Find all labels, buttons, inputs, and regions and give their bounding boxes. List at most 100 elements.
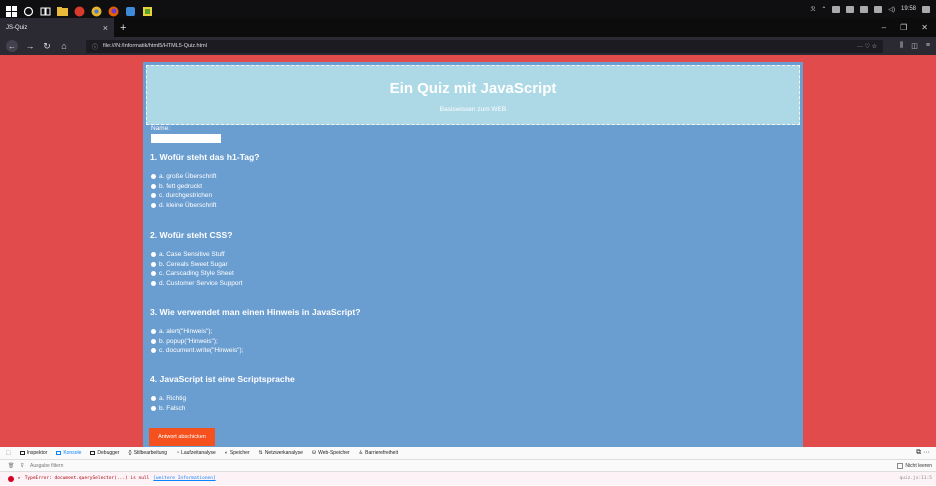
tab-inspector[interactable]: Inspektor xyxy=(19,450,47,456)
question-4: 4. JavaScript ist eine Scriptsprache a. … xyxy=(150,374,295,413)
maximize-window-icon[interactable]: ❐ xyxy=(900,23,907,32)
filter-icon[interactable]: ⊽ xyxy=(20,463,24,469)
app-icon-blue[interactable] xyxy=(125,4,136,16)
page-actions[interactable]: ··· ♡ ☆ xyxy=(857,43,877,50)
notification-icon[interactable] xyxy=(922,5,930,13)
radio-button[interactable] xyxy=(151,261,156,267)
sidebar-icon[interactable]: ◫ xyxy=(911,42,918,50)
app-icon-red[interactable] xyxy=(74,4,85,16)
tab-debugger[interactable]: Debugger xyxy=(90,450,119,456)
task-view-icon[interactable] xyxy=(40,4,51,15)
people-icon[interactable]: ℛ xyxy=(811,6,816,13)
answer-option[interactable]: a. Case Sensitive Stuff xyxy=(150,250,242,260)
tab-label: Laufzeitanalyse xyxy=(181,450,216,456)
app-icon-green[interactable] xyxy=(142,4,153,16)
inspector-icon xyxy=(19,451,25,455)
battery-icon[interactable] xyxy=(874,5,883,13)
radio-button[interactable] xyxy=(151,252,156,258)
radio-button[interactable] xyxy=(151,202,156,208)
close-tab-icon[interactable]: × xyxy=(103,23,108,33)
devtools-options-icon[interactable]: ⧉ ··· xyxy=(916,449,936,457)
windows-start-icon[interactable] xyxy=(6,4,17,17)
radio-button[interactable] xyxy=(151,174,156,180)
console-error-row[interactable]: ▸ TypeError: document.querySelector(...)… xyxy=(0,472,936,485)
tray-app-icon[interactable] xyxy=(846,5,855,13)
tab-style-editor[interactable]: {} Stilbearbeitung xyxy=(128,450,167,456)
answer-option[interactable]: b. popup("Hinweis"); xyxy=(150,337,361,347)
radio-button[interactable] xyxy=(151,348,156,354)
name-input[interactable] xyxy=(151,134,221,143)
tab-label: Speicher xyxy=(229,450,250,456)
network-icon[interactable] xyxy=(860,5,869,13)
trash-icon[interactable]: 🗑 xyxy=(8,463,14,469)
tab-memory[interactable]: ◐ Speicher xyxy=(225,450,250,456)
url-text[interactable]: file:///N:/Informatik/html5/HTML5-Quiz.h… xyxy=(103,43,207,49)
back-arrow-icon[interactable]: ← xyxy=(6,40,18,52)
answer-option[interactable]: c. durchgestrichen xyxy=(150,191,260,201)
accessibility-icon: ♿ xyxy=(358,450,364,456)
volume-icon[interactable]: ◁) xyxy=(888,6,895,13)
question-title: 2. Wofür steht CSS? xyxy=(150,230,233,240)
close-window-icon[interactable]: ✕ xyxy=(921,23,928,32)
site-info-icon[interactable]: ⓘ xyxy=(92,42,98,51)
new-tab-button[interactable]: + xyxy=(120,22,126,34)
tab-performance[interactable]: ◔ Laufzeitanalyse xyxy=(176,450,216,456)
menu-icon[interactable]: ≡ xyxy=(926,42,930,50)
radio-button[interactable] xyxy=(151,183,156,189)
answer-option[interactable]: b. Falsch xyxy=(150,404,295,414)
tab-label: Barrierefreiheit xyxy=(365,450,398,456)
browser-tab-strip: JS-Quiz × + – ❐ ✕ xyxy=(0,18,936,37)
radio-button[interactable] xyxy=(151,271,156,277)
answer-option[interactable]: c. Carscading Style Sheet xyxy=(150,269,242,279)
windows-taskbar: ℛ ⌃ ◁) 19:58 xyxy=(0,0,936,18)
tab-accessibility[interactable]: ♿ Barrierefreiheit xyxy=(359,450,398,456)
minimize-window-icon[interactable]: – xyxy=(882,23,886,32)
error-source-link[interactable]: quiz.js:11:5 xyxy=(899,476,936,481)
library-icon[interactable]: ⫼ xyxy=(900,42,903,50)
persist-checkbox[interactable] xyxy=(897,462,904,469)
radio-button[interactable] xyxy=(151,193,156,199)
answer-option[interactable]: a. alert("Hinweis"); xyxy=(150,327,361,337)
filter-input[interactable]: Ausgabe filtern xyxy=(30,463,63,469)
more-info-link[interactable]: [weitere Informationen] xyxy=(153,476,215,481)
pick-element-icon[interactable]: ⬚ xyxy=(6,450,11,456)
tab-storage[interactable]: ⛁ Web-Speicher xyxy=(312,450,350,456)
answer-label: b. Cereals Sweet Sugar xyxy=(159,260,228,268)
tab-network[interactable]: ⇅ Netzwerkanalyse xyxy=(259,450,303,456)
name-label: Name: xyxy=(151,125,171,132)
expand-arrow-icon[interactable]: ▸ xyxy=(18,476,21,481)
radio-button[interactable] xyxy=(151,396,156,402)
radio-button[interactable] xyxy=(151,405,156,411)
search-icon[interactable] xyxy=(23,4,34,16)
system-clock[interactable]: 19:58 xyxy=(901,6,916,12)
radio-button[interactable] xyxy=(151,280,156,286)
tab-console[interactable]: Konsole xyxy=(56,450,81,456)
url-bar[interactable]: ⓘ file:///N:/Informatik/html5/HTML5-Quiz… xyxy=(86,39,884,53)
forward-arrow-icon[interactable]: → xyxy=(25,41,35,51)
answer-option[interactable]: a. Richtig xyxy=(150,394,295,404)
tray-app-icon[interactable] xyxy=(832,5,841,13)
error-message: TypeError: document.querySelector(...) i… xyxy=(24,476,150,481)
submit-answer-button[interactable]: Antwort abschicken xyxy=(149,428,215,446)
browser-tab[interactable]: JS-Quiz × xyxy=(0,18,114,37)
radio-button[interactable] xyxy=(151,329,156,335)
chevron-up-icon[interactable]: ⌃ xyxy=(821,6,826,13)
persist-logs-option[interactable]: Nicht leeren xyxy=(897,462,936,469)
reload-icon[interactable]: ↻ xyxy=(42,41,52,52)
firefox-icon[interactable] xyxy=(108,4,119,16)
file-explorer-icon[interactable] xyxy=(57,4,68,16)
home-icon[interactable]: ⌂ xyxy=(59,41,69,51)
network-icon: ⇅ xyxy=(258,450,263,456)
console-filter-bar: 🗑 ⊽ Ausgabe filtern Nicht leeren xyxy=(0,460,936,472)
answer-option[interactable]: d. Customer Service Support xyxy=(150,279,242,289)
answer-option[interactable]: d. kleine Überschrift xyxy=(150,201,260,211)
answer-option[interactable]: c. document.write("Hinweis"); xyxy=(150,346,361,356)
radio-button[interactable] xyxy=(151,338,156,344)
chrome-icon[interactable] xyxy=(91,4,102,16)
tab-label: Konsole xyxy=(63,450,82,456)
answer-option[interactable]: b. fett gedruckt xyxy=(150,182,260,192)
answer-option[interactable]: a. große Überschrift xyxy=(150,172,260,182)
tab-label: Debugger xyxy=(97,450,120,456)
answer-option[interactable]: b. Cereals Sweet Sugar xyxy=(150,260,242,270)
answer-label: c. durchgestrichen xyxy=(159,192,213,199)
